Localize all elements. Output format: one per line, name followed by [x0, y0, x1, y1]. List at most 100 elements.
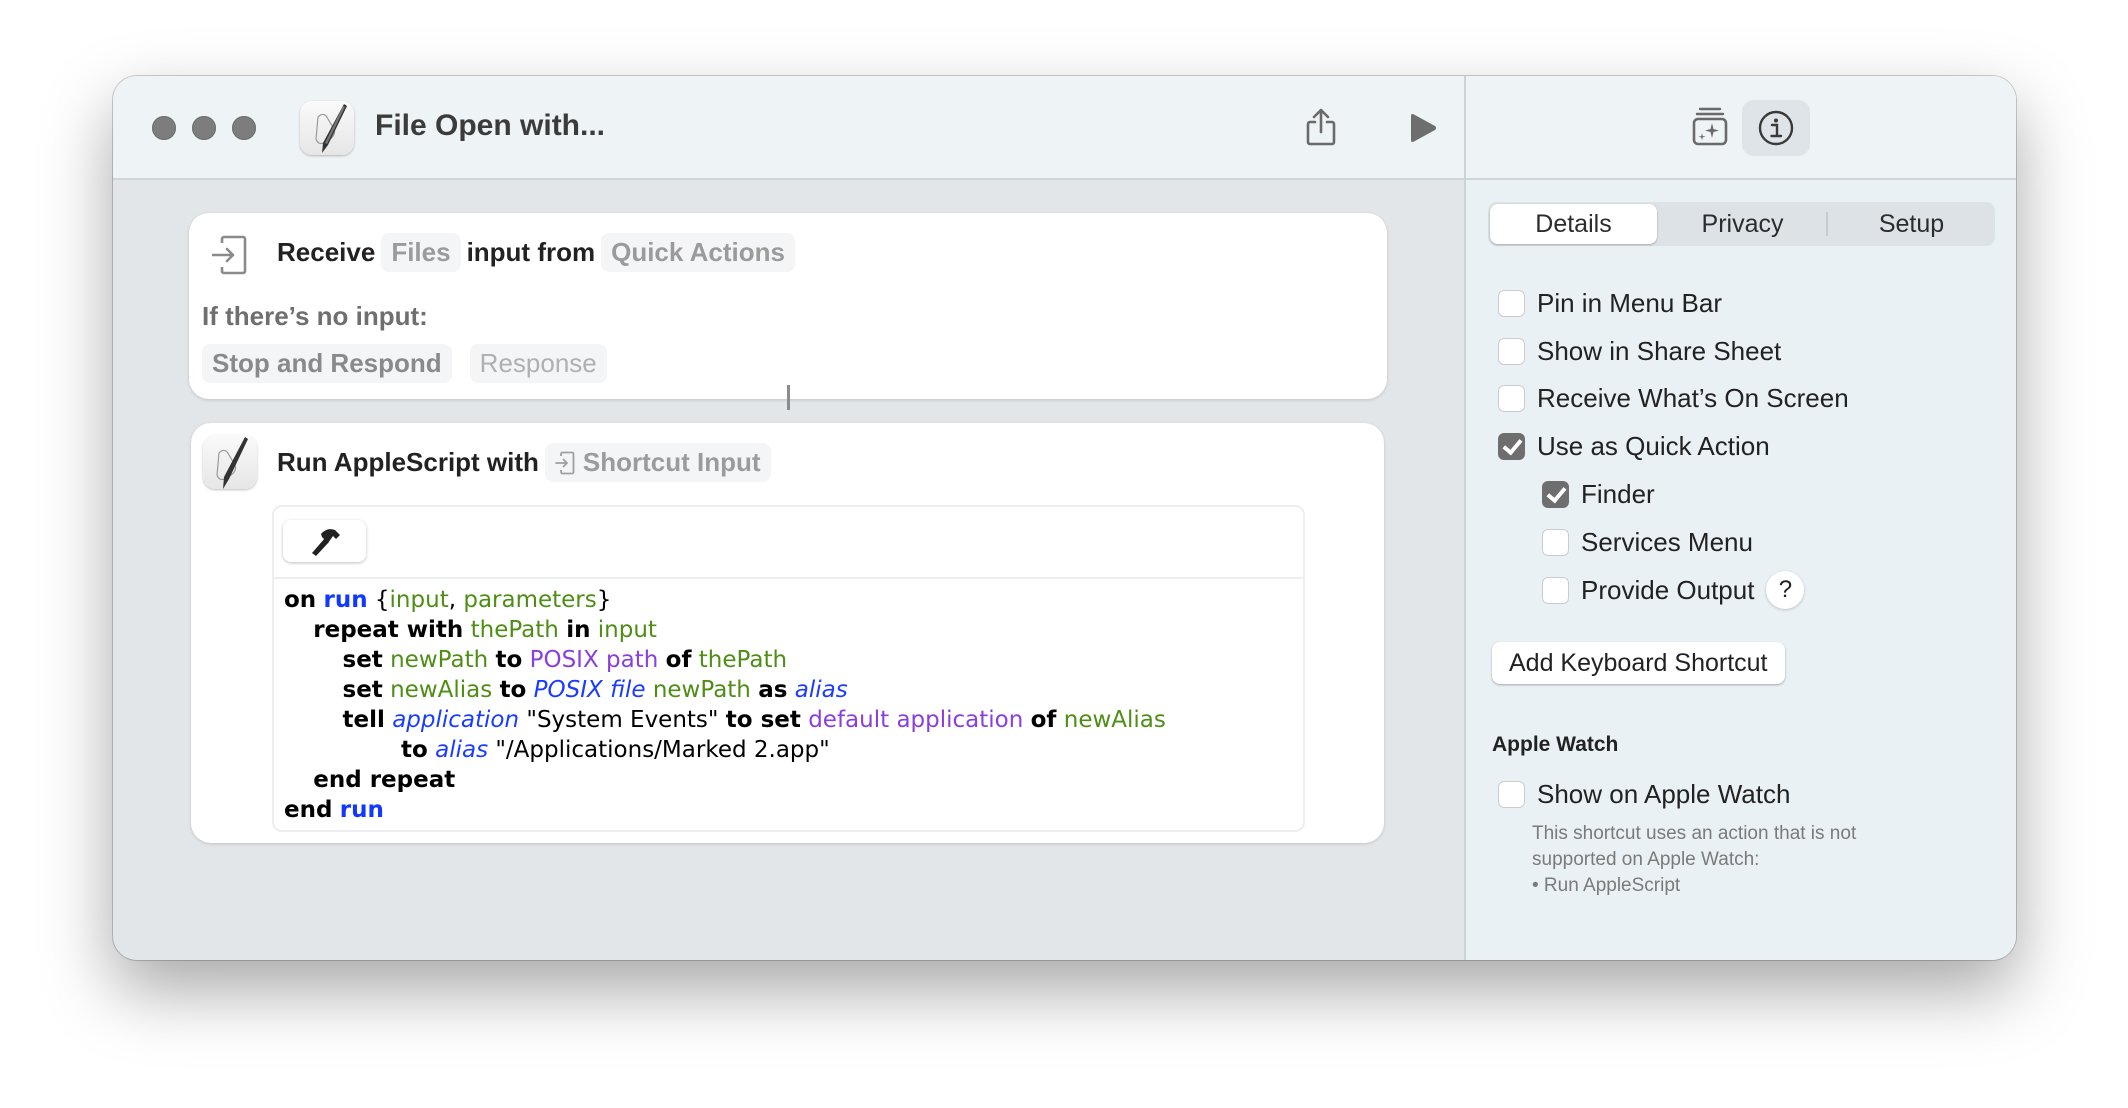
receive-label: Receive — [277, 237, 376, 267]
response-field[interactable]: Response — [469, 344, 607, 383]
code-token: repeat with — [313, 617, 464, 643]
option-label: Provide Output — [1581, 574, 1755, 605]
run-applescript-action[interactable]: Run AppleScript with Shortcut Input on r… — [191, 423, 1384, 843]
code-token: alias — [435, 737, 489, 763]
close-button[interactable] — [152, 116, 176, 140]
option-use-as-quick-action[interactable]: Use as Quick Action — [1498, 428, 1770, 464]
info-button[interactable] — [1742, 100, 1810, 156]
code-token: input — [389, 587, 449, 613]
applescript-code[interactable]: on run {input, parameters} repeat with t… — [274, 579, 1303, 831]
zoom-button[interactable] — [232, 116, 256, 140]
input-source-selector[interactable]: Quick Actions — [601, 233, 795, 272]
code-token: newPath — [390, 647, 489, 673]
option-finder[interactable]: Finder — [1542, 476, 1655, 512]
play-icon — [1411, 114, 1436, 142]
code-token: end — [284, 797, 333, 823]
code-token: parameters — [463, 587, 597, 613]
sidebar-tabs: Details Privacy Setup — [1488, 202, 1995, 246]
code-token: alias — [794, 677, 848, 703]
option-services-menu[interactable]: Services Menu — [1542, 524, 1753, 560]
code-token: } — [596, 587, 612, 613]
shortcut-title[interactable]: File Open with... — [375, 109, 605, 143]
no-input-label: If there’s no input: — [202, 301, 428, 331]
code-token: newAlias — [390, 677, 493, 703]
shortcut-input-label: Shortcut Input — [582, 447, 761, 477]
option-label: Show in Share Sheet — [1537, 335, 1782, 366]
code-token: set — [342, 647, 383, 673]
compile-button[interactable] — [283, 520, 366, 562]
option-pin-in-menu-bar[interactable]: Pin in Menu Bar — [1498, 285, 1722, 321]
no-input-action-selector[interactable]: Stop and Respond — [202, 344, 452, 383]
share-button[interactable] — [1298, 102, 1344, 152]
code-line: set newAlias to POSIX file newPath as al… — [284, 675, 1293, 705]
code-token: end repeat — [313, 767, 456, 793]
option-label: Show on Apple Watch — [1537, 778, 1791, 809]
toolbar: File Open with... — [113, 76, 1464, 180]
code-token: POSIX path — [529, 647, 659, 673]
code-token: POSIX file — [533, 677, 646, 703]
checkbox[interactable] — [1498, 780, 1525, 808]
receive-input-action[interactable]: Receive Files input from Quick Actions I… — [189, 213, 1387, 399]
script-editor-icon[interactable] — [300, 101, 354, 155]
tab-details[interactable]: Details — [1490, 204, 1657, 244]
sidebar-toolbar — [1466, 76, 2016, 180]
option-receive-whats-on-screen[interactable]: Receive What’s On Screen — [1498, 380, 1849, 416]
code-token: run — [339, 797, 384, 823]
checkbox[interactable] — [1498, 384, 1525, 412]
checkbox[interactable] — [1498, 337, 1525, 365]
checkbox[interactable] — [1542, 528, 1569, 556]
code-token: tell — [342, 707, 385, 733]
code-token: of — [1030, 707, 1057, 733]
code-token: "/Applications/Marked 2.app" — [488, 737, 830, 763]
add-keyboard-shortcut-button[interactable]: Add Keyboard Shortcut — [1492, 642, 1785, 684]
code-token: default application — [808, 707, 1024, 733]
share-icon — [1306, 108, 1336, 146]
tab-setup[interactable]: Setup — [1828, 202, 1995, 246]
code-token: newAlias — [1063, 707, 1166, 733]
code-token: "System Events" — [519, 707, 726, 733]
minimize-button[interactable] — [192, 116, 216, 140]
option-provide-output[interactable]: Provide Output ? — [1542, 571, 1805, 609]
code-token: as — [758, 677, 788, 703]
shortcut-input-variable[interactable]: Shortcut Input — [544, 443, 771, 482]
code-line: repeat with thePath in input — [284, 615, 1293, 645]
script-editor[interactable]: on run {input, parameters} repeat with t… — [272, 505, 1305, 832]
option-label: Use as Quick Action — [1537, 430, 1770, 461]
option-label: Services Menu — [1581, 526, 1753, 557]
checkbox[interactable] — [1498, 289, 1525, 317]
code-token: thePath — [470, 617, 559, 643]
applescript-icon — [203, 435, 257, 489]
code-token: newPath — [652, 677, 751, 703]
note-line: • Run AppleScript — [1532, 875, 1681, 896]
code-token: set — [342, 677, 383, 703]
option-show-in-share-sheet[interactable]: Show in Share Sheet — [1498, 333, 1781, 369]
help-button[interactable]: ? — [1766, 571, 1805, 609]
checkbox[interactable] — [1498, 432, 1525, 460]
action-connector — [787, 385, 790, 410]
code-line: to alias "/Applications/Marked 2.app" — [284, 735, 1293, 765]
option-show-on-apple-watch[interactable]: Show on Apple Watch — [1498, 776, 1790, 812]
code-line: tell application "System Events" to set … — [284, 705, 1293, 735]
input-type-selector[interactable]: Files — [381, 233, 461, 272]
action-library-button[interactable] — [1690, 104, 1730, 148]
hammer-icon — [311, 529, 340, 556]
checkbox[interactable] — [1542, 480, 1569, 508]
apple-watch-heading: Apple Watch — [1492, 733, 1619, 756]
code-token: to set — [725, 707, 801, 733]
code-token: to — [400, 737, 428, 763]
run-button[interactable] — [1401, 106, 1445, 150]
checkbox[interactable] — [1542, 576, 1569, 604]
tab-privacy[interactable]: Privacy — [1659, 202, 1826, 246]
